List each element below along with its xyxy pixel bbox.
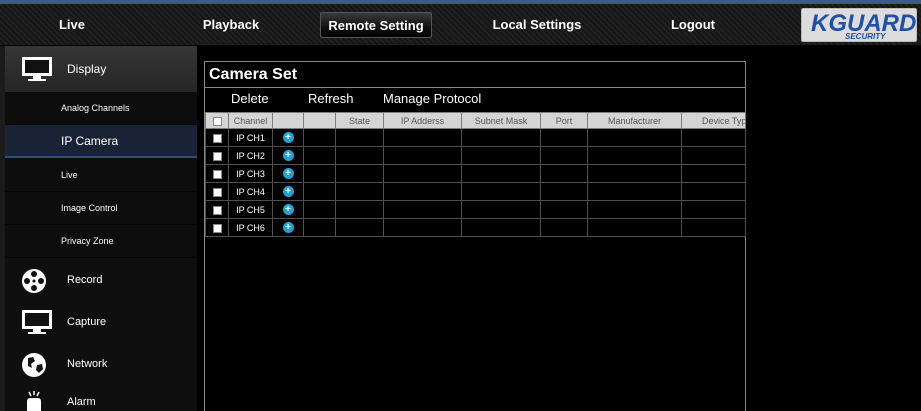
channel-cell: IP CH5	[228, 200, 273, 219]
select-all-cell	[205, 112, 229, 129]
column-header-ip-address: IP Adderss	[383, 112, 462, 129]
window-top-edge	[0, 0, 921, 4]
column-header-subnet-mask: Subnet Mask	[461, 112, 541, 129]
row-checkbox[interactable]	[212, 187, 222, 197]
kguard-logo: KGUARD SECURITY	[800, 7, 918, 43]
column-header-port: Port	[540, 112, 588, 129]
sidebar: Display Analog Channels IP Camera Live I…	[5, 46, 197, 411]
manage-protocol-button[interactable]: Manage Protocol	[383, 91, 481, 106]
table-row[interactable]: IP CH6 +	[205, 218, 746, 237]
add-camera-icon[interactable]: +	[282, 168, 294, 180]
select-all-checkbox[interactable]	[212, 116, 222, 126]
sidebar-item-display[interactable]: Display	[5, 46, 197, 92]
nav-logout[interactable]: Logout	[660, 14, 726, 36]
sidebar-sub-ip-camera[interactable]: IP Camera	[5, 125, 197, 158]
row-checkbox[interactable]	[212, 223, 222, 233]
sidebar-sub-privacy-zone[interactable]: Privacy Zone	[5, 225, 197, 258]
column-header-blank	[303, 112, 336, 129]
table-row[interactable]: IP CH4 +	[205, 182, 746, 201]
top-navigation-bar: Live Playback Remote Setting Local Setti…	[0, 0, 921, 46]
monitor-icon	[22, 57, 52, 81]
title-divider	[205, 87, 745, 88]
sidebar-item-record[interactable]: Record	[5, 260, 197, 302]
column-header-state: State	[335, 112, 384, 129]
nav-live[interactable]: Live	[40, 14, 104, 36]
sidebar-item-record-label: Record	[67, 274, 103, 286]
row-checkbox[interactable]	[212, 133, 222, 143]
app-window: Live Playback Remote Setting Local Setti…	[0, 0, 921, 411]
logo-subtext: SECURITY	[845, 32, 886, 41]
channel-cell: IP CH6	[228, 218, 273, 237]
row-checkbox[interactable]	[212, 169, 222, 179]
page-title: Camera Set	[209, 66, 298, 83]
table-row[interactable]: IP CH2 +	[205, 146, 746, 165]
channel-cell: IP CH4	[228, 182, 273, 201]
sub-label: Analog Channels	[61, 103, 130, 113]
column-header-device-type: Device Type	[681, 112, 746, 129]
column-header-add	[272, 112, 304, 129]
column-header-manufacturer: Manufacturer	[587, 112, 682, 129]
sidebar-sub-image-control[interactable]: Image Control	[5, 192, 197, 225]
refresh-button[interactable]: Refresh	[308, 91, 354, 106]
sidebar-sub-live[interactable]: Live	[5, 159, 197, 192]
channel-cell: IP CH2	[228, 146, 273, 165]
sidebar-item-alarm-label: Alarm	[67, 396, 96, 408]
channel-cell: IP CH1	[228, 128, 273, 147]
delete-button[interactable]: Delete	[231, 91, 269, 106]
table-row[interactable]: IP CH1 +	[205, 128, 746, 147]
sidebar-item-network-label: Network	[67, 358, 108, 370]
nav-remote-setting[interactable]: Remote Setting	[320, 12, 432, 38]
sub-label: IP Camera	[61, 134, 119, 148]
sidebar-sub-analog-channels[interactable]: Analog Channels	[5, 92, 197, 125]
film-reel-icon	[22, 269, 46, 293]
sidebar-item-capture-label: Capture	[67, 316, 107, 328]
row-checkbox[interactable]	[212, 205, 222, 215]
sidebar-item-network[interactable]: Network	[5, 344, 197, 386]
column-header-channel: Channel	[228, 112, 273, 129]
row-checkbox[interactable]	[212, 151, 222, 161]
add-camera-icon[interactable]: +	[282, 186, 294, 198]
monitor-icon	[22, 310, 52, 334]
table-row[interactable]: IP CH3 +	[205, 164, 746, 183]
globe-icon	[22, 353, 46, 377]
sub-label: Privacy Zone	[61, 236, 114, 246]
add-camera-icon[interactable]: +	[282, 150, 294, 162]
camera-table: Channel State IP Adderss Subnet Mask Por…	[205, 112, 746, 237]
sidebar-item-capture[interactable]: Capture	[5, 302, 197, 344]
sidebar-item-display-label: Display	[67, 62, 107, 76]
table-header-row: Channel State IP Adderss Subnet Mask Por…	[205, 112, 746, 129]
add-camera-icon[interactable]: +	[282, 132, 294, 144]
sub-label: Image Control	[61, 203, 118, 213]
alarm-bell-icon	[27, 391, 41, 411]
main-panel: Camera Set Delete Refresh Manage Protoco…	[197, 46, 921, 411]
sub-label: Live	[61, 170, 78, 180]
add-camera-icon[interactable]: +	[282, 204, 294, 216]
sidebar-item-alarm[interactable]: Alarm	[5, 386, 197, 411]
camera-set-panel: Camera Set Delete Refresh Manage Protoco…	[204, 61, 746, 411]
add-camera-icon[interactable]: +	[282, 222, 294, 234]
channel-cell: IP CH3	[228, 164, 273, 183]
table-row[interactable]: IP CH5 +	[205, 200, 746, 219]
nav-playback[interactable]: Playback	[196, 14, 266, 36]
nav-local-settings[interactable]: Local Settings	[486, 14, 588, 36]
